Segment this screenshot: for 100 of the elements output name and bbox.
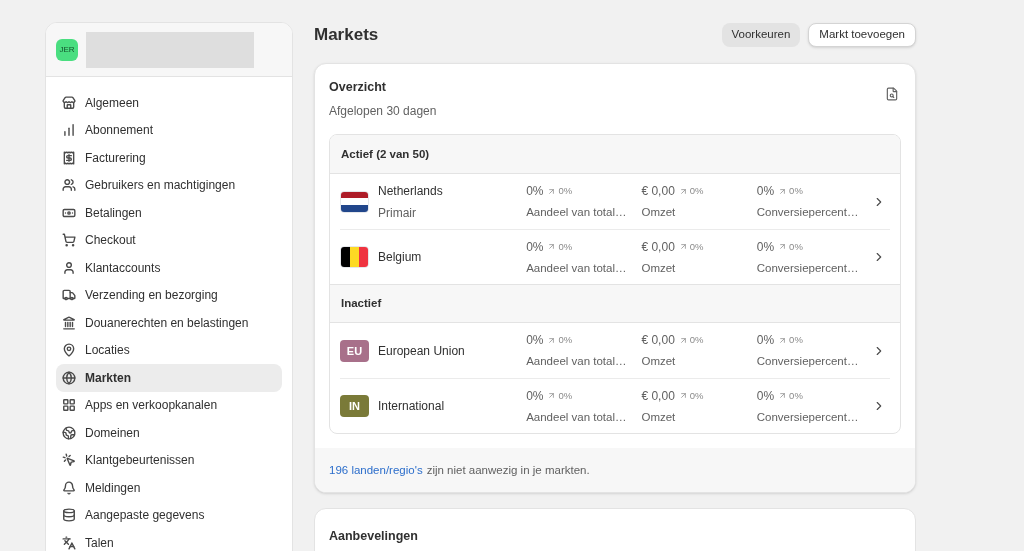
receipt-icon [62, 150, 76, 165]
grid-icon [62, 398, 76, 413]
metric-label: Conversiepercent… [756, 260, 860, 276]
market-name: European Union [378, 342, 466, 360]
sidebar-item[interactable]: Douanerechten en belastingen [56, 309, 282, 337]
flag-icon [340, 190, 369, 213]
metric-value: 0% [756, 332, 775, 350]
metric-label: Omzet [641, 409, 677, 425]
metric-change: 0% [558, 333, 573, 347]
sidebar-item[interactable]: Verzending en bezorging [56, 281, 282, 309]
pointer-icon [62, 453, 76, 468]
metric-value: 0% [526, 387, 544, 405]
card-title: Overzicht [329, 78, 387, 96]
cart-icon [62, 233, 76, 248]
metric-value: 0% [756, 387, 775, 405]
sidebar-item[interactable]: Klantaccounts [56, 254, 282, 282]
metric-change: 0% [789, 333, 803, 347]
group-heading: Inactief [341, 296, 382, 312]
trend-arrow-icon [778, 335, 788, 345]
metric-value: 0% [756, 183, 775, 201]
trend-arrow-icon [678, 391, 688, 401]
sidebar-item[interactable]: Talen [56, 529, 282, 551]
metric-label: Omzet [641, 205, 677, 221]
sidebar-item[interactable]: Gebruikers en machtigingen [56, 171, 282, 199]
metric-value: 0% [526, 332, 544, 350]
trend-arrow-icon [547, 242, 557, 252]
trend-arrow-icon [778, 391, 788, 401]
report-icon[interactable] [885, 86, 899, 101]
trend-arrow-icon [678, 242, 688, 252]
sidebar-item[interactable]: Meldingen [56, 474, 282, 502]
sidebar-item[interactable]: Domeinen [56, 419, 282, 447]
card-title: Aanbevelingen [329, 529, 418, 544]
metric-label: Aandeel van total… [526, 205, 628, 221]
truck-icon [62, 288, 76, 303]
sidebar-item[interactable]: Apps en verkoopkanalen [56, 391, 282, 419]
metric-label: Conversiepercent… [756, 409, 860, 425]
metric-label: Aandeel van total… [526, 409, 628, 425]
metric-label: Conversiepercent… [756, 354, 860, 370]
sidebar-item[interactable]: Markten [56, 364, 282, 392]
card-subtitle: Afgelopen 30 dagen [329, 103, 437, 121]
metric-change: 0% [558, 388, 573, 403]
trend-arrow-icon [778, 242, 788, 252]
trend-arrow-icon [778, 186, 788, 196]
market-badge: EU [340, 339, 369, 362]
metric-label: Omzet [641, 354, 677, 370]
countries-link[interactable]: 196 landen/regio's [329, 461, 423, 479]
metric-value: 0% [526, 183, 544, 201]
sidebar-item[interactable]: Betalingen [56, 199, 282, 227]
market-row[interactable]: Netherlands Primair 0% 0% Aandeel van total… € 0,00 0% Omzet 0% 0% Conversiepercent… [340, 174, 890, 230]
sidebar-item[interactable]: Checkout [56, 226, 282, 254]
sidebar-item[interactable]: Algemeen [56, 89, 282, 117]
metric-label: Omzet [641, 260, 677, 276]
sidebar-item[interactable]: Aangepaste gegevens [56, 501, 282, 529]
metric-change: 0% [689, 388, 704, 403]
user-icon [62, 260, 76, 275]
globe-icon [62, 425, 76, 440]
metric-value: € 0,00 [641, 238, 675, 256]
page-title: Markets [314, 24, 379, 46]
chart-icon [62, 123, 76, 138]
store-icon [62, 95, 76, 110]
metric-change: 0% [689, 333, 704, 347]
metric-value: € 0,00 [641, 332, 675, 350]
metric-label: Aandeel van total… [526, 260, 628, 276]
flag-icon [340, 246, 369, 269]
metric-value: € 0,00 [641, 183, 675, 201]
metric-value: € 0,00 [641, 387, 675, 405]
header-button[interactable]: Markt toevoegen [808, 22, 916, 47]
metric-label: Conversiepercent… [756, 205, 860, 221]
sidebar-item[interactable]: Facturering [56, 144, 282, 172]
market-name: Belgium [378, 249, 423, 267]
metric-value: 0% [526, 238, 544, 256]
market-name: Netherlands [378, 182, 444, 200]
market-badge: IN [340, 395, 369, 418]
users-icon [62, 178, 76, 193]
sidebar-item[interactable]: Abonnement [56, 116, 282, 144]
market-row[interactable]: IN International 0% 0% Aandeel van total… € 0,00 0% Omzet 0% 0% Conversiepercent… [340, 378, 890, 434]
metric-change: 0% [789, 239, 803, 254]
metric-change: 0% [689, 239, 704, 254]
languages-icon [62, 535, 76, 550]
trend-arrow-icon [547, 391, 557, 401]
trend-arrow-icon [678, 186, 688, 196]
metric-change: 0% [689, 184, 704, 198]
metric-value: 0% [756, 238, 775, 256]
trend-arrow-icon [678, 335, 688, 345]
store-avatar: JER [56, 38, 78, 61]
footer-text: zijn niet aanwezig in je markten. [426, 462, 590, 478]
landmark-icon [62, 315, 76, 330]
market-name: International [378, 398, 446, 416]
metric-change: 0% [789, 388, 803, 403]
market-row[interactable]: EU European Union 0% 0% Aandeel van total… € 0,00 0% Omzet 0% 0% Conversiepercent… [340, 323, 890, 379]
sidebar-item[interactable]: Locaties [56, 336, 282, 364]
metric-change: 0% [558, 239, 573, 254]
market-note: Primair [378, 204, 417, 222]
pin-icon [62, 343, 76, 358]
header-button[interactable]: Voorkeuren [721, 22, 801, 47]
metric-change: 0% [789, 184, 803, 198]
trend-arrow-icon [547, 335, 557, 345]
sidebar-item[interactable]: Klantgebeurtenissen [56, 446, 282, 474]
globe-icon [62, 370, 76, 385]
database-icon [62, 508, 76, 523]
